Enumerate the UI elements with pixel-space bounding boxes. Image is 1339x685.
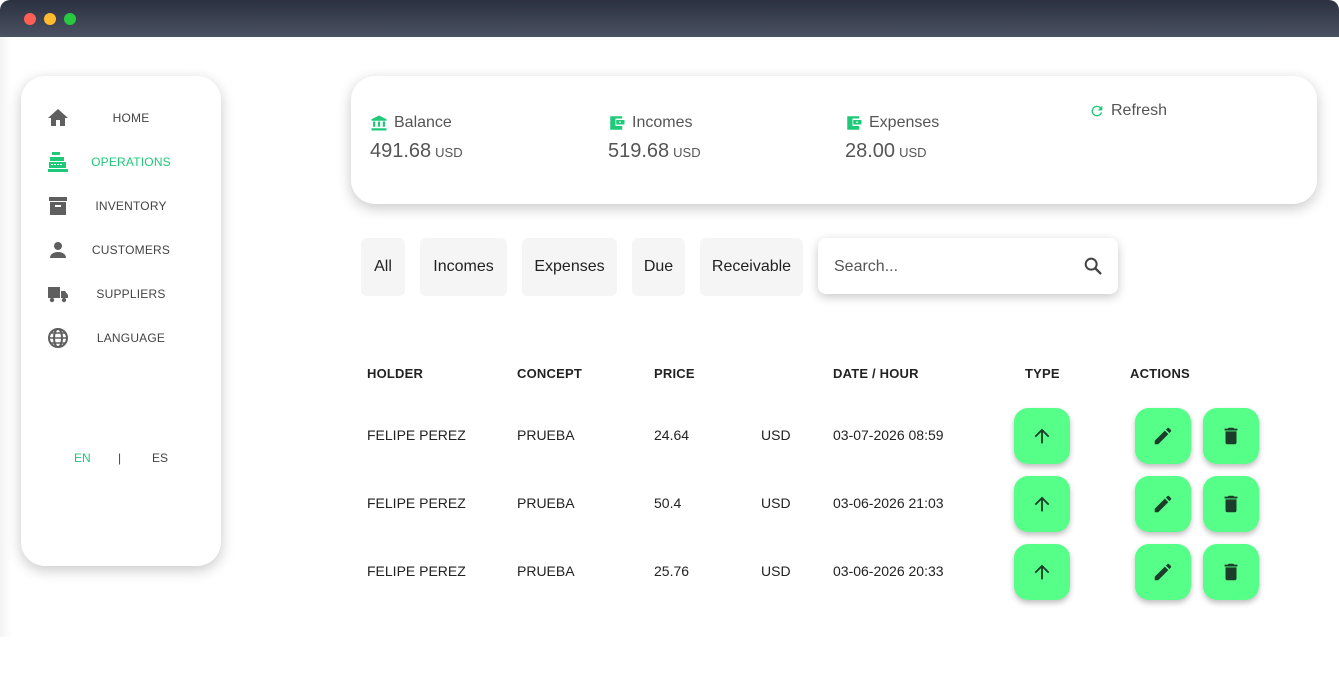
column-header-holder: HOLDER bbox=[367, 366, 424, 381]
incomes-stat: Incomes 519.68 USD bbox=[608, 114, 701, 163]
arrow-up-icon bbox=[1034, 428, 1050, 444]
arrow-up-icon bbox=[1034, 496, 1050, 512]
person-icon bbox=[50, 242, 66, 258]
refresh-label: Refresh bbox=[1111, 102, 1168, 119]
incomes-label: Incomes bbox=[632, 114, 693, 131]
refresh-icon bbox=[1091, 105, 1103, 117]
concept-cell: PRUEBA bbox=[517, 495, 575, 511]
sidebar-item-label: INVENTORY bbox=[95, 199, 167, 213]
close-window-button[interactable] bbox=[24, 13, 36, 25]
incomes-currency: USD bbox=[673, 145, 701, 160]
truck-icon bbox=[48, 287, 68, 303]
balance-currency: USD bbox=[435, 145, 463, 160]
holder-cell: FELIPE PEREZ bbox=[367, 563, 466, 579]
column-header-type: TYPE bbox=[1025, 366, 1060, 381]
holder-cell: FELIPE PEREZ bbox=[367, 495, 466, 511]
arrow-up-icon bbox=[1034, 564, 1050, 580]
column-header-concept: CONCEPT bbox=[517, 366, 582, 381]
refresh-button[interactable]: Refresh bbox=[1089, 102, 1167, 120]
balance-value: 491.68 bbox=[370, 140, 432, 162]
search-input[interactable] bbox=[834, 254, 1074, 280]
trash-icon bbox=[1224, 563, 1238, 581]
maximize-window-button[interactable] bbox=[64, 13, 76, 25]
bank-icon bbox=[371, 115, 387, 131]
date-cell: 03-06-2026 20:33 bbox=[833, 563, 944, 579]
holder-cell: FELIPE PEREZ bbox=[367, 427, 466, 443]
cash-register-icon bbox=[48, 152, 68, 172]
sidebar-item-label: OPERATIONS bbox=[91, 155, 171, 169]
pencil-icon bbox=[1154, 563, 1172, 581]
concept-cell: PRUEBA bbox=[517, 563, 575, 579]
price-cell: 50.4 bbox=[654, 495, 682, 511]
price-cell: 25.76 bbox=[654, 563, 690, 579]
balance-stat: Balance 491.68 USD bbox=[370, 114, 463, 163]
filter-all-button[interactable]: All bbox=[361, 238, 405, 296]
type-income-button[interactable] bbox=[1014, 476, 1070, 532]
sidebar-item-label: LANGUAGE bbox=[96, 331, 166, 345]
sidebar-item-operations[interactable]: OPERATIONS bbox=[21, 147, 221, 177]
trash-icon bbox=[1224, 427, 1238, 445]
type-income-button[interactable] bbox=[1014, 408, 1070, 464]
sidebar-item-label: SUPPLIERS bbox=[96, 287, 166, 301]
date-cell: 03-07-2026 08:59 bbox=[833, 427, 944, 443]
sidebar-item-label: HOME bbox=[112, 111, 150, 125]
search-icon[interactable] bbox=[1082, 255, 1104, 277]
window-edge bbox=[0, 37, 12, 637]
currency-cell: USD bbox=[761, 563, 791, 579]
globe-icon bbox=[48, 328, 68, 348]
incomes-value: 519.68 bbox=[608, 140, 670, 162]
edit-button[interactable] bbox=[1135, 476, 1191, 532]
search-box bbox=[818, 238, 1118, 294]
wallet-icon bbox=[610, 116, 625, 130]
delete-button[interactable] bbox=[1203, 544, 1259, 600]
filter-due-button[interactable]: Due bbox=[632, 238, 685, 296]
expenses-value: 28.00 bbox=[845, 140, 896, 162]
currency-cell: USD bbox=[761, 495, 791, 511]
language-separator: | bbox=[118, 451, 122, 465]
edit-button[interactable] bbox=[1135, 544, 1191, 600]
filter-expenses-button[interactable]: Expenses bbox=[522, 238, 617, 296]
concept-cell: PRUEBA bbox=[517, 427, 575, 443]
expenses-label: Expenses bbox=[869, 114, 940, 131]
filter-receivable-button[interactable]: Receivable bbox=[700, 238, 803, 296]
archive-icon bbox=[49, 197, 67, 215]
sidebar-item-language[interactable]: LANGUAGE bbox=[21, 323, 221, 353]
language-switch: EN | ES bbox=[21, 448, 221, 468]
sidebar-item-home[interactable]: HOME bbox=[21, 103, 221, 133]
type-income-button[interactable] bbox=[1014, 544, 1070, 600]
column-header-actions: ACTIONS bbox=[1130, 366, 1190, 381]
delete-button[interactable] bbox=[1203, 408, 1259, 464]
pencil-icon bbox=[1154, 427, 1172, 445]
language-en[interactable]: EN bbox=[74, 451, 91, 465]
sidebar-item-suppliers[interactable]: SUPPLIERS bbox=[21, 279, 221, 309]
wallet-icon bbox=[847, 116, 862, 130]
edit-button[interactable] bbox=[1135, 408, 1191, 464]
home-icon bbox=[48, 109, 68, 126]
delete-button[interactable] bbox=[1203, 476, 1259, 532]
expenses-currency: USD bbox=[899, 145, 927, 160]
window-titlebar bbox=[0, 0, 1339, 37]
language-es[interactable]: ES bbox=[152, 451, 168, 465]
sidebar-item-inventory[interactable]: INVENTORY bbox=[21, 191, 221, 221]
column-header-price: PRICE bbox=[654, 366, 695, 381]
trash-icon bbox=[1224, 495, 1238, 513]
sidebar-item-label: CUSTOMERS bbox=[91, 243, 171, 257]
sidebar-item-customers[interactable]: CUSTOMERS bbox=[21, 235, 221, 265]
filter-incomes-button[interactable]: Incomes bbox=[420, 238, 507, 296]
pencil-icon bbox=[1154, 495, 1172, 513]
price-cell: 24.64 bbox=[654, 427, 690, 443]
column-header-date: DATE / HOUR bbox=[833, 366, 919, 381]
expenses-stat: Expenses 28.00 USD bbox=[845, 114, 939, 163]
date-cell: 03-06-2026 21:03 bbox=[833, 495, 944, 511]
minimize-window-button[interactable] bbox=[44, 13, 56, 25]
sidebar: HOME OPERATIONS INVENTORY CUSTOMERS SUPP… bbox=[21, 76, 221, 566]
balance-label: Balance bbox=[394, 114, 452, 131]
currency-cell: USD bbox=[761, 427, 791, 443]
summary-card: Balance 491.68 USD Incomes 519.68 USD Expe… bbox=[351, 76, 1317, 204]
